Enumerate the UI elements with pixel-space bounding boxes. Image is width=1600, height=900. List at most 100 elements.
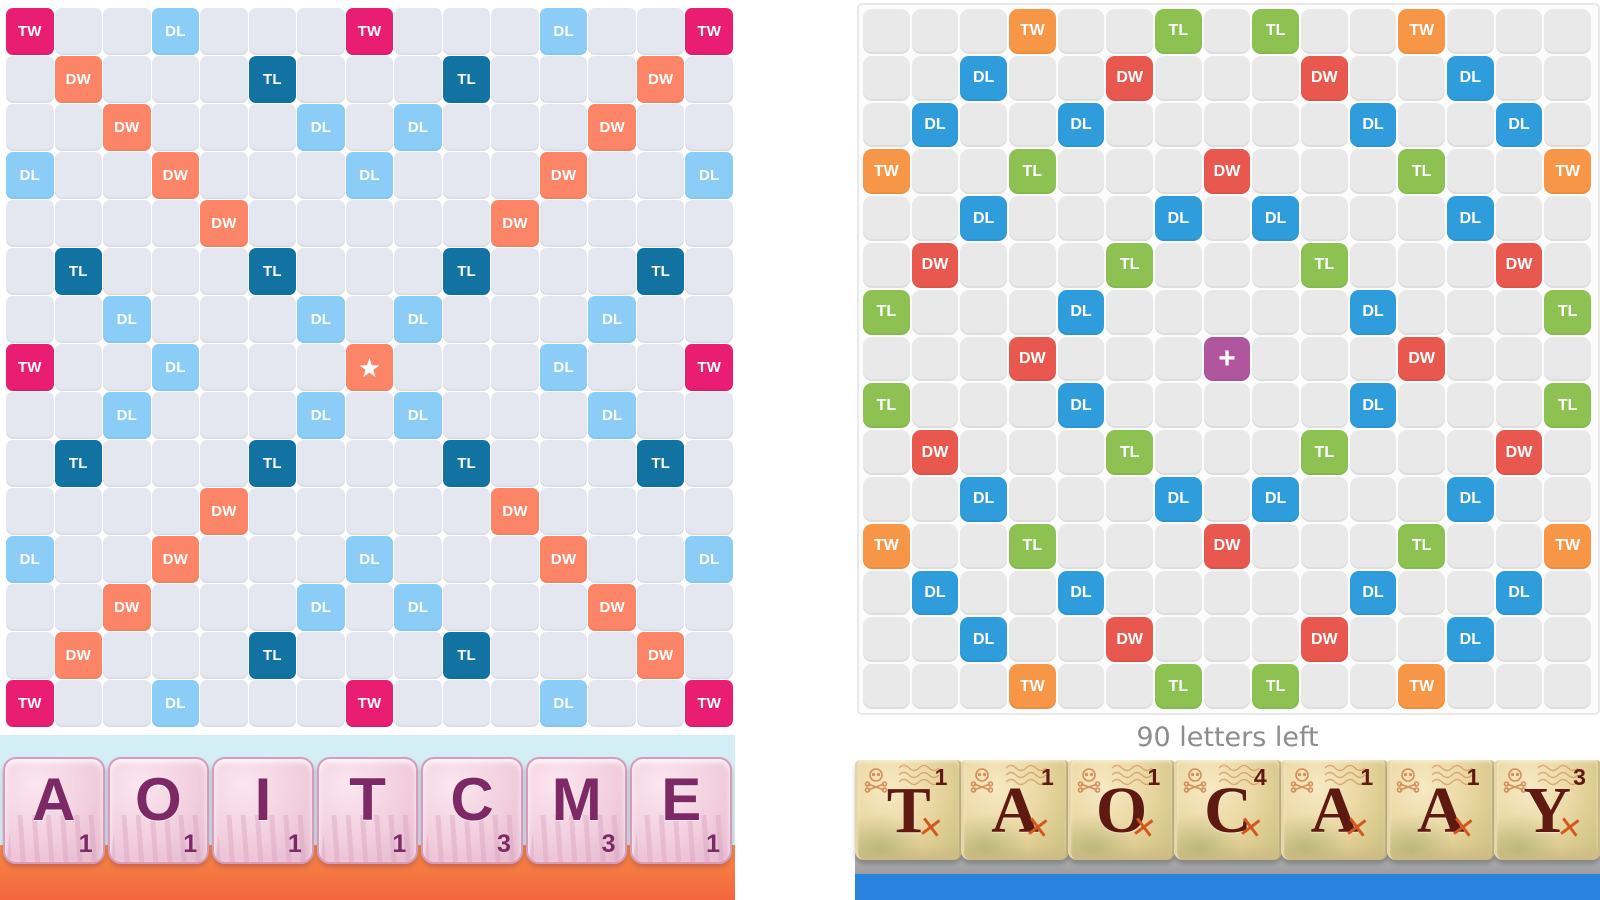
wwf-cell-8-7[interactable] [1155, 336, 1202, 382]
wwf-cell-12-13[interactable] [1447, 523, 1494, 569]
board-cell-10-1[interactable] [6, 440, 54, 487]
board-cell-9-5[interactable] [200, 392, 248, 439]
rack-tile-5[interactable]: C3 [421, 757, 523, 864]
wwf-cell-2-12[interactable] [1398, 55, 1445, 101]
wwf-cell-7-3[interactable] [960, 289, 1007, 335]
wwf-cell-8-1[interactable] [863, 336, 910, 382]
wwf-cell-9-4[interactable] [1009, 383, 1056, 429]
board-cell-1-1-tw[interactable]: TW [6, 8, 54, 55]
board-cell-13-15[interactable] [685, 584, 733, 631]
board-cell-3-8[interactable] [345, 104, 394, 151]
wwf-cell-1-12-tw[interactable]: TW [1398, 9, 1445, 54]
wwf-cell-15-15[interactable] [1544, 664, 1591, 709]
wwf-cell-10-5[interactable] [1057, 430, 1105, 475]
wwf-cell-9-15-tl[interactable]: TL [1544, 383, 1591, 429]
board-cell-8-13[interactable] [588, 344, 636, 391]
board-cell-15-3[interactable] [103, 680, 151, 727]
board-cell-5-1[interactable] [6, 200, 54, 247]
board-cell-15-8-tw[interactable]: TW [345, 680, 394, 727]
wwf-cell-11-1[interactable] [863, 476, 910, 522]
wwf-cell-13-4[interactable] [1009, 570, 1056, 616]
wwf-cell-4-14[interactable] [1495, 149, 1543, 195]
board-cell-10-9[interactable] [394, 440, 442, 487]
board-cell-1-2[interactable] [54, 8, 103, 55]
wwf-cell-1-9-tl[interactable]: TL [1252, 9, 1299, 54]
wwf-cell-7-14[interactable] [1495, 289, 1543, 335]
board-cell-2-1[interactable] [6, 56, 54, 103]
board-cell-4-3[interactable] [103, 152, 151, 199]
wwf-cell-3-2-dl[interactable]: DL [911, 102, 959, 148]
wwf-cell-15-6[interactable] [1106, 664, 1153, 709]
wwf-cell-7-1-tl[interactable]: TL [863, 289, 910, 335]
board-cell-10-4[interactable] [151, 440, 200, 487]
board-cell-12-5[interactable] [200, 536, 248, 583]
wwf-cell-10-10-tl[interactable]: TL [1301, 430, 1348, 475]
rack-tile-2[interactable]: O1 [107, 757, 210, 864]
board-cell-4-9[interactable] [394, 152, 442, 199]
wwf-cell-12-15-tw[interactable]: TW [1544, 523, 1591, 569]
board-cell-11-10[interactable] [442, 488, 491, 535]
board-cell-2-2-dw[interactable]: DW [54, 56, 103, 103]
wwf-cell-4-13[interactable] [1447, 149, 1494, 195]
board-cell-11-1[interactable] [6, 488, 54, 535]
board-cell-3-5[interactable] [200, 104, 248, 151]
wwf-cell-15-10[interactable] [1301, 664, 1348, 709]
board-cell-15-10[interactable] [442, 680, 491, 727]
wwf-cell-10-15[interactable] [1544, 430, 1591, 475]
wwf-cell-15-14[interactable] [1495, 664, 1543, 709]
wwf-cell-15-3[interactable] [960, 664, 1007, 709]
wwf-cell-11-13-dl[interactable]: DL [1447, 476, 1494, 522]
rack-tile-6[interactable]: M3 [525, 757, 628, 864]
board-cell-2-12[interactable] [539, 56, 588, 103]
board-cell-6-8[interactable] [345, 248, 394, 295]
wwf-cell-6-14-dw[interactable]: DW [1495, 242, 1543, 288]
board-cell-9-15[interactable] [685, 392, 733, 439]
board-cell-3-6[interactable] [248, 104, 297, 151]
wwf-cell-6-8[interactable] [1203, 242, 1251, 288]
wwf-cell-9-11-dl[interactable]: DL [1349, 383, 1397, 429]
board-cell-2-14-dw[interactable]: DW [636, 56, 685, 103]
board-cell-3-15[interactable] [685, 104, 733, 151]
wwf-cell-9-10[interactable] [1301, 383, 1348, 429]
wwf-cell-4-3[interactable] [960, 149, 1007, 195]
wwf-cell-12-10[interactable] [1301, 523, 1348, 569]
wwf-cell-7-11-dl[interactable]: DL [1349, 289, 1397, 335]
rack-tile-4[interactable]: T1 [316, 757, 419, 864]
wwf-cell-5-6[interactable] [1106, 196, 1153, 241]
board-cell-12-2[interactable] [54, 536, 103, 583]
board-cell-9-10[interactable] [442, 392, 491, 439]
wwf-cell-2-3-dl[interactable]: DL [960, 55, 1007, 101]
board-cell-5-14[interactable] [636, 200, 685, 247]
board-cell-8-9[interactable] [394, 344, 442, 391]
board-cell-3-14[interactable] [636, 104, 685, 151]
board-cell-5-9[interactable] [394, 200, 442, 247]
wwf-cell-12-6[interactable] [1106, 523, 1153, 569]
board-cell-8-10[interactable] [442, 344, 491, 391]
board-cell-12-8-dl[interactable]: DL [345, 536, 394, 583]
board-cell-9-3-dl[interactable]: DL [103, 392, 151, 439]
board-cell-7-10[interactable] [442, 296, 491, 343]
wwf-cell-14-10-dw[interactable]: DW [1301, 617, 1348, 663]
wwf-cell-12-8-dw[interactable]: DW [1203, 523, 1251, 569]
wwf-cell-6-9[interactable] [1252, 242, 1299, 288]
board-cell-15-11[interactable] [491, 680, 539, 727]
board-cell-14-9[interactable] [394, 632, 442, 679]
wwf-cell-9-12[interactable] [1398, 383, 1445, 429]
wwf-cell-7-5-dl[interactable]: DL [1057, 289, 1105, 335]
wwf-cell-7-4[interactable] [1009, 289, 1056, 335]
board-cell-13-9-dl[interactable]: DL [394, 584, 442, 631]
wwf-cell-7-8[interactable] [1203, 289, 1251, 335]
board-cell-3-4[interactable] [151, 104, 200, 151]
wwf-cell-12-12-tl[interactable]: TL [1398, 523, 1445, 569]
wwf-cell-5-14[interactable] [1495, 196, 1543, 241]
wwf-cell-11-9-dl[interactable]: DL [1252, 476, 1299, 522]
wwf-cell-7-12[interactable] [1398, 289, 1445, 335]
wwf-cell-9-1-tl[interactable]: TL [863, 383, 910, 429]
board-cell-4-12-dw[interactable]: DW [539, 152, 588, 199]
wwf-cell-14-8[interactable] [1203, 617, 1251, 663]
board-cell-5-6[interactable] [248, 200, 297, 247]
board-cell-15-1-tw[interactable]: TW [6, 680, 54, 727]
board-cell-6-10-tl[interactable]: TL [442, 248, 491, 295]
board-cell-5-3[interactable] [103, 200, 151, 247]
board-cell-10-13[interactable] [588, 440, 636, 487]
